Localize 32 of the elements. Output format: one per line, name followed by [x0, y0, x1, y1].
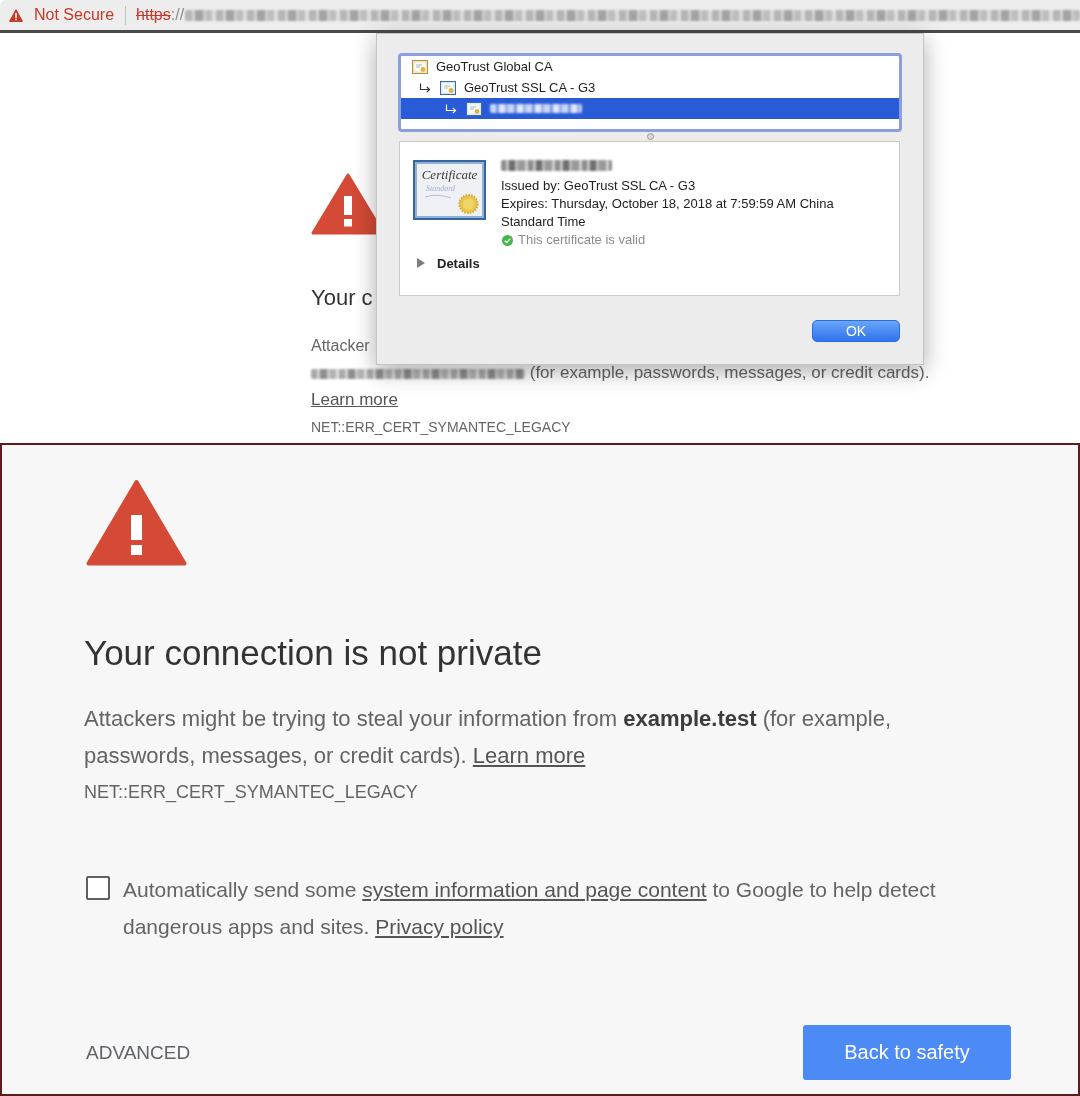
- checkbox-label: Automatically send some system information and page content to Google to help detect dangerous apps and sites. Privacy policy: [123, 877, 937, 940]
- error-code: NET::ERR_CERT_SYMANTEC_LEGACY: [311, 418, 571, 437]
- indent-arrow-icon: [445, 103, 457, 114]
- error-code: NET::ERR_CERT_SYMANTEC_LEGACY: [84, 781, 419, 805]
- details-toggle[interactable]: Details: [417, 254, 480, 272]
- expiry-text: Expires: Thursday, October 18, 2018 at 7:59:59 AM China Standard Time: [501, 195, 835, 231]
- privacy-policy-link[interactable]: Privacy policy: [375, 915, 504, 938]
- certificate-chain-item[interactable]: GeoTrust Global CA: [401, 56, 899, 77]
- indent-arrow-icon: [419, 82, 431, 93]
- warning-icon: [86, 479, 187, 566]
- certificate-chain-item[interactable]: GeoTrust SSL CA - G3: [401, 77, 899, 98]
- advanced-button[interactable]: ADVANCED: [86, 1041, 191, 1064]
- resize-handle-icon[interactable]: [646, 133, 654, 140]
- warning-icon: [9, 8, 23, 22]
- certificate-icon: [440, 80, 456, 95]
- warning-message: Attackers might be trying to steal your information from example.test (for example, passwords, messages, or credit cards). Learn more: [84, 705, 892, 770]
- warning-icon: [311, 172, 376, 236]
- certificate-icon: [412, 59, 428, 74]
- certificate-icon: Certificate Standard: [413, 160, 486, 220]
- url-text: https://: [136, 6, 185, 24]
- certificate-icon: [466, 101, 482, 116]
- page-heading: Your connection is not private: [84, 633, 543, 673]
- certificate-chain-item[interactable]: [401, 98, 899, 119]
- validity-status: This certificate is valid: [518, 231, 646, 249]
- issuer-text: Issued by: GeoTrust SSL CA - G3: [501, 177, 697, 195]
- learn-more-link[interactable]: Learn more: [311, 390, 398, 409]
- report-checkbox[interactable]: [86, 876, 110, 900]
- message-text: Attacker: [311, 336, 370, 356]
- system-info-link[interactable]: system information and page content: [362, 878, 707, 901]
- security-indicator[interactable]: Not Secure: [0, 6, 115, 24]
- learn-more-link[interactable]: Learn more: [472, 743, 586, 768]
- page-heading: Your c: [311, 284, 373, 312]
